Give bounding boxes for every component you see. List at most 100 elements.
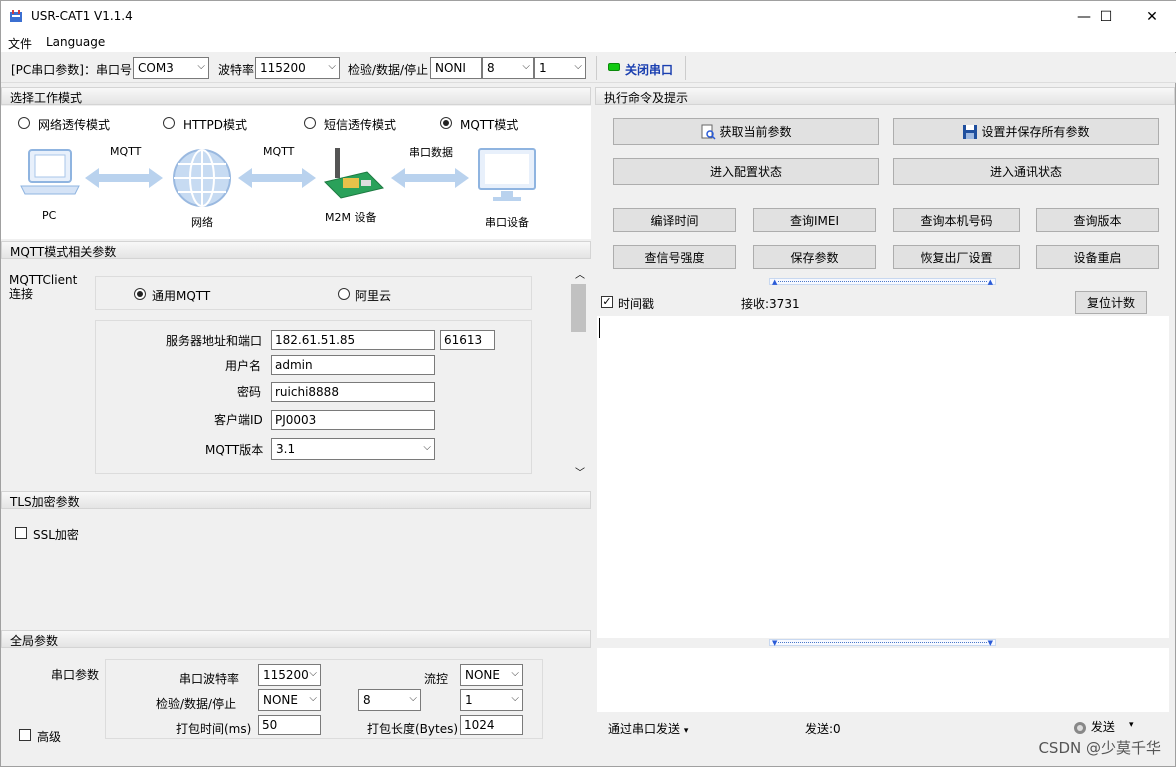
chevron-down-icon: ⌵	[574, 61, 582, 72]
mode-radio-network[interactable]	[18, 117, 30, 129]
client-id-label: 客户端ID	[214, 413, 263, 427]
query-number-button[interactable]: 查询本机号码	[893, 208, 1020, 232]
globe-icon	[173, 149, 231, 207]
global-data-bits-select[interactable]: 8 ⌵	[358, 689, 421, 711]
timestamp-checkbox[interactable]: ✓	[601, 296, 613, 308]
chevron-down-icon[interactable]: ﹀	[575, 464, 585, 479]
stop-bits-select[interactable]: 1 ⌵	[534, 57, 586, 79]
reset-count-button[interactable]: 复位计数	[1075, 291, 1147, 314]
enter-comm-button[interactable]: 进入通讯状态	[893, 158, 1159, 185]
compile-time-button[interactable]: 编译时间	[613, 208, 736, 232]
diagram-mqtt-label-2: MQTT	[263, 145, 295, 158]
timestamp-label: 时间戳	[618, 297, 655, 311]
send-button[interactable]: 发送	[1073, 718, 1115, 735]
global-header: 全局参数	[1, 630, 591, 648]
save-params-button[interactable]: 保存参数	[753, 245, 876, 269]
generic-mqtt-radio[interactable]	[134, 288, 146, 300]
diagram-network-label: 网络	[191, 216, 213, 229]
close-button[interactable]: ✕	[1129, 1, 1175, 32]
mqtt-version-select[interactable]: 3.1 ⌵	[271, 438, 435, 460]
query-version-button[interactable]: 查询版本	[1036, 208, 1159, 232]
diagram-mqtt-label: MQTT	[110, 145, 142, 158]
flow-select[interactable]: NONE ⌵	[460, 664, 523, 686]
maximize-button[interactable]: ☐	[1083, 1, 1129, 32]
query-imei-button[interactable]: 查询IMEI	[753, 208, 876, 232]
advanced-checkbox[interactable]	[19, 729, 31, 741]
splitter-handle-top[interactable]: ▲ ▲	[769, 278, 996, 286]
signal-strength-button[interactable]: 查信号强度	[613, 245, 736, 269]
diagram-serial-data-label: 串口数据	[409, 146, 453, 159]
send-options-caret-icon[interactable]: ▾	[1129, 720, 1134, 730]
menu-file[interactable]: 文件	[8, 35, 32, 52]
password-input[interactable]: ruichi8888	[271, 382, 435, 402]
port-status-led	[608, 63, 620, 71]
get-params-button[interactable]: 获取当前参数	[613, 118, 879, 145]
send-via-dropdown[interactable]: 通过串口发送 ▾	[608, 720, 688, 737]
flow-label: 流控	[424, 672, 449, 686]
save-all-label: 设置并保存所有参数	[981, 125, 1090, 139]
serial-params-label: 串口参数	[51, 668, 100, 682]
chevron-down-icon: ⌵	[423, 442, 431, 453]
username-input[interactable]: admin	[271, 355, 435, 375]
send-icon	[1074, 721, 1086, 734]
flow-value: NONE	[465, 668, 500, 682]
close-port-button[interactable]: 关闭串口	[625, 61, 673, 78]
m2m-device-icon	[324, 148, 384, 199]
chevron-down-icon: ⌵	[197, 61, 205, 72]
pack-time-input[interactable]: 50	[258, 715, 321, 735]
send-via-label: 通过串口发送	[608, 722, 681, 736]
enter-config-button[interactable]: 进入配置状态	[613, 158, 879, 185]
server-port-input[interactable]: 61613	[440, 330, 495, 350]
receive-log-area[interactable]	[597, 316, 1169, 638]
down-arrow-icon: ▼	[987, 639, 993, 647]
search-doc-icon	[701, 124, 717, 140]
mqtt-client-label: MQTTClient 连接	[9, 273, 78, 301]
ssl-checkbox[interactable]	[15, 527, 27, 539]
global-stop-bits-select[interactable]: 1 ⌵	[460, 689, 523, 711]
commands-panel: 获取当前参数 设置并保存所有参数 进入配置状态 进入通讯状态 编译时间 查询IM…	[595, 106, 1175, 276]
save-all-button[interactable]: 设置并保存所有参数	[893, 118, 1159, 145]
global-data-bits-value: 8	[363, 693, 371, 707]
chevron-down-icon: ⌵	[511, 693, 519, 704]
parity-select[interactable]: NONI	[430, 57, 482, 79]
mode-radio-httpd[interactable]	[163, 117, 175, 129]
work-mode-panel: 网络透传模式 HTTPD模式 短信透传模式 MQTT模式 PC MQTT 网络 …	[1, 106, 591, 239]
mqtt-settings-group: 服务器地址和端口 182.61.51.85 61613 用户名 admin 密码…	[95, 320, 532, 474]
global-check-label: 检验/数据/停止	[156, 697, 237, 711]
mqtt-scrollbar[interactable]: ︿ ﹀	[571, 264, 588, 480]
diagram-serial-device-label: 串口设备	[485, 216, 529, 229]
up-arrow-icon: ▲	[987, 278, 993, 286]
baud-value: 115200	[260, 61, 306, 75]
pack-len-input[interactable]: 1024	[460, 715, 523, 735]
chevron-down-icon: ⌵	[522, 61, 530, 72]
floppy-disk-icon	[963, 124, 978, 139]
port-select[interactable]: COM3 ⌵	[133, 57, 209, 79]
client-id-input[interactable]: PJ0003	[271, 410, 435, 430]
baud-select[interactable]: 115200 ⌵	[255, 57, 340, 79]
send-input-area[interactable]	[597, 648, 1169, 712]
server-address-input[interactable]: 182.61.51.85	[271, 330, 435, 350]
splitter-handle-bottom[interactable]: ▼ ▼	[769, 639, 996, 647]
aliyun-label: 阿里云	[355, 289, 392, 303]
send-bar: 通过串口发送 ▾ 发送:0 发送 ▾	[595, 713, 1175, 739]
global-stop-bits-value: 1	[465, 693, 473, 707]
global-baud-label: 串口波特率	[179, 672, 240, 686]
mqtt-client-group: 通用MQTT 阿里云	[95, 276, 532, 310]
aliyun-radio[interactable]	[338, 288, 350, 300]
factory-reset-button[interactable]: 恢复出厂设置	[893, 245, 1020, 269]
pack-time-label: 打包时间(ms)	[176, 722, 252, 736]
data-bits-select[interactable]: 8 ⌵	[482, 57, 534, 79]
get-params-label: 获取当前参数	[719, 125, 792, 139]
reboot-button[interactable]: 设备重启	[1036, 245, 1159, 269]
up-arrow-icon: ▲	[772, 278, 778, 286]
menu-language[interactable]: Language	[46, 35, 105, 49]
mode-radio-mqtt[interactable]	[440, 117, 452, 129]
scrollbar-thumb[interactable]	[571, 284, 586, 332]
monitor-icon	[478, 148, 536, 201]
mode-radio-sms[interactable]	[304, 117, 316, 129]
global-baud-select[interactable]: 115200 ⌵	[258, 664, 321, 686]
global-parity-select[interactable]: NONE ⌵	[258, 689, 321, 711]
ssl-label: SSL加密	[33, 528, 79, 542]
mqtt-version-value: 3.1	[276, 442, 296, 456]
chevron-up-icon[interactable]: ︿	[575, 266, 585, 281]
